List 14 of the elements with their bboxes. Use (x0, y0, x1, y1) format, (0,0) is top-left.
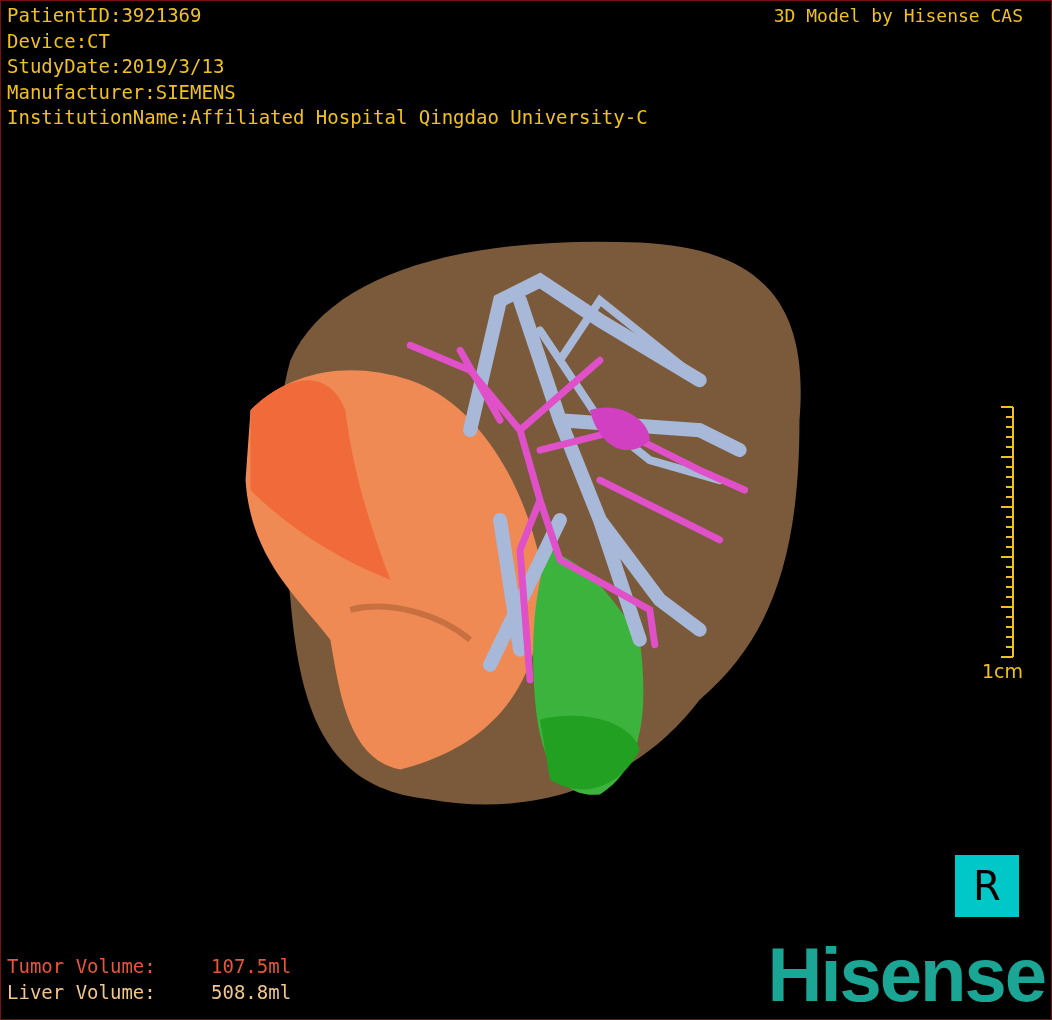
volume-label: Tumor Volume: (7, 954, 157, 979)
info-text: Manufacturer:SIEMENS (7, 79, 237, 105)
brand-logo: Hisense (767, 937, 1045, 1013)
info-text: PatientID:3921369 (7, 3, 203, 28)
viewer-title: 3D Model by Hisense CAS (773, 4, 1023, 28)
orientation-marker: R (955, 855, 1019, 917)
info-text: InstitutionName:Affiliated Hospital Qingdao University-C (7, 105, 648, 130)
volume-value: 508.8ml (211, 980, 292, 1005)
info-text: StudyDate:2019/3/13 (7, 54, 226, 79)
scale-bar-icon (1001, 405, 1015, 658)
info-text: Device:CT (7, 28, 111, 54)
volume-value: 107.5ml (211, 954, 292, 979)
volume-label: Liver Volume: (7, 980, 157, 1005)
scale-label: 1cm (981, 659, 1023, 682)
